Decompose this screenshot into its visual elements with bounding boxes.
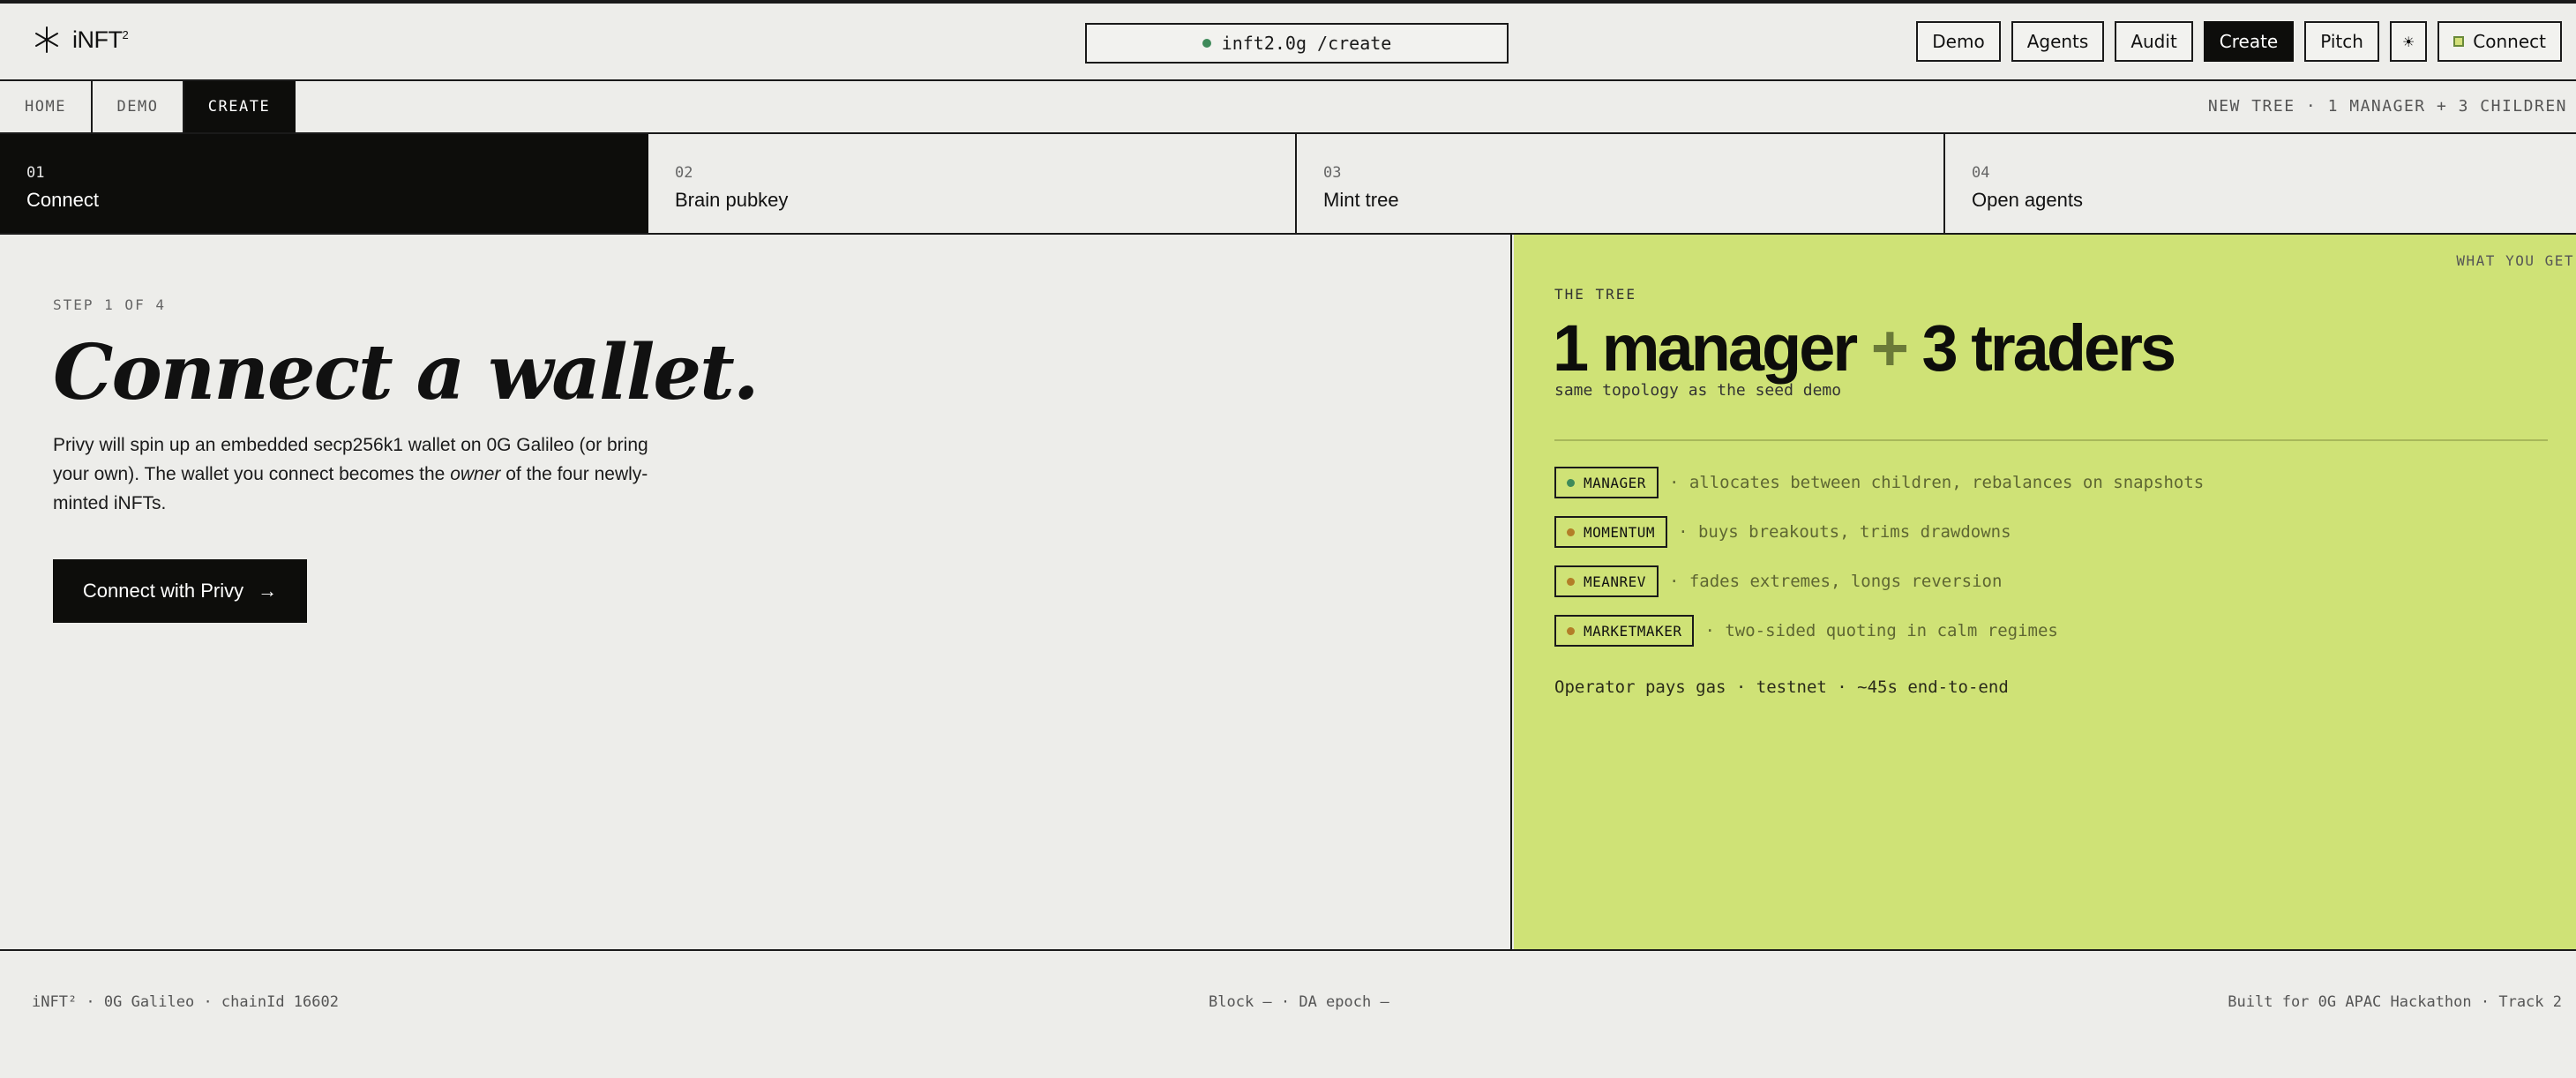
connect-button[interactable]: Connect <box>2437 21 2562 62</box>
list-item: MEANREV · fades extremes, longs reversio… <box>1554 565 2204 598</box>
step-number: 04 <box>1972 164 1990 182</box>
asterisk-logo-icon <box>35 26 58 53</box>
step-connect[interactable]: 01 Connect <box>0 134 648 233</box>
role-list: MANAGER · allocates between children, re… <box>1554 466 2204 663</box>
stepper: 01 Connect 02 Brain pubkey 03 Mint tree … <box>0 134 2576 235</box>
nav-demo-button[interactable]: Demo <box>1916 21 2001 62</box>
connect-label: Connect <box>2473 31 2546 52</box>
tree-title: 1 manager + 3 traders <box>1553 311 2176 385</box>
block-status: Block — · DA epoch — <box>1209 993 1389 1011</box>
tab-create[interactable]: CREATE <box>184 81 296 132</box>
app-header: iNFT2 inft2.0g /create Demo Agents Audit… <box>0 4 2576 81</box>
status-dot-icon <box>1567 478 1575 487</box>
nav-create-button[interactable]: Create <box>2203 21 2295 62</box>
list-item: MOMENTUM · buys breakouts, trims drawdow… <box>1554 515 2204 549</box>
step-title: Open agents <box>1972 189 2083 211</box>
nav-agents-button[interactable]: Agents <box>2011 21 2105 62</box>
role-description: · allocates between children, rebalances… <box>1668 473 2205 492</box>
tree-label: THE TREE <box>1554 286 1637 303</box>
step-number: 02 <box>675 164 693 182</box>
step-number: 03 <box>1323 164 1342 182</box>
connect-panel: STEP 1 OF 4 Connect a wallet. Privy will… <box>0 235 1512 949</box>
step-open-agents[interactable]: 04 Open agents <box>1945 134 2576 233</box>
top-nav: Demo Agents Audit Create Pitch ☀ Connect <box>1916 21 2562 62</box>
logo-text: iNFT2 <box>72 26 129 53</box>
what-you-get-label: WHAT YOU GET <box>2456 252 2574 269</box>
list-item: MARKETMAKER · two-sided quoting in calm … <box>1554 614 2204 648</box>
nav-audit-button[interactable]: Audit <box>2115 21 2193 62</box>
nav-pitch-button[interactable]: Pitch <box>2304 21 2379 62</box>
role-badge-momentum: MOMENTUM <box>1554 516 1668 548</box>
status-dot-icon <box>1567 528 1575 536</box>
divider <box>1554 439 2548 441</box>
cta-label: Connect with Privy <box>82 580 244 602</box>
connect-description: Privy will spin up an embedded secp256k1… <box>53 435 648 513</box>
url-bar[interactable]: inft2.0g /create <box>1085 23 1509 64</box>
tree-summary-note: NEW TREE · 1 MANAGER + 3 CHILDREN <box>2207 97 2567 116</box>
status-dot-icon <box>1567 577 1575 586</box>
status-dot-icon <box>1202 39 1211 48</box>
role-description: · buys breakouts, trims drawdowns <box>1678 522 2011 542</box>
page-title: Connect a wallet. <box>53 328 760 417</box>
role-badge-marketmaker: MARKETMAKER <box>1554 615 1695 647</box>
connect-with-privy-button[interactable]: Connect with Privy → <box>53 559 307 623</box>
step-number: 01 <box>26 164 45 182</box>
step-mint-tree[interactable]: 03 Mint tree <box>1297 134 1945 233</box>
what-you-get-panel: WHAT YOU GET THE TREE 1 manager + 3 trad… <box>1514 235 2576 949</box>
theme-toggle-button[interactable]: ☀ <box>2389 21 2428 62</box>
step-title: Mint tree <box>1323 189 1399 211</box>
arrow-right-icon: → <box>258 580 278 602</box>
section-tabs: HOME DEMO CREATE NEW TREE · 1 MANAGER + … <box>0 81 2576 134</box>
logo[interactable]: iNFT2 <box>32 25 129 55</box>
role-description: · two-sided quoting in calm regimes <box>1704 621 2058 640</box>
step-title: Brain pubkey <box>675 189 789 211</box>
url-text: inft2.0g /create <box>1221 33 1392 54</box>
tree-subtitle: same topology as the seed demo <box>1554 381 1842 400</box>
role-badge-meanrev: MEANREV <box>1554 565 1659 597</box>
role-badge-manager: MANAGER <box>1554 467 1659 498</box>
step-brain-pubkey[interactable]: 02 Brain pubkey <box>648 134 1297 233</box>
tab-demo[interactable]: DEMO <box>93 81 184 132</box>
role-description: · fades extremes, longs reversion <box>1668 572 2003 591</box>
app-footer: iNFT² · 0G Galileo · chainId 16602 Block… <box>0 949 2576 1078</box>
step-progress-label: STEP 1 OF 4 <box>53 296 166 313</box>
tab-home[interactable]: HOME <box>0 81 93 132</box>
list-item: MANAGER · allocates between children, re… <box>1554 466 2204 499</box>
network-info: iNFT² · 0G Galileo · chainId 16602 <box>32 993 339 1011</box>
hackathon-credit: Built for 0G APAC Hackathon · Track 2 <box>2228 993 2562 1011</box>
sun-icon: ☀ <box>2401 33 2415 50</box>
wallet-square-icon <box>2453 36 2465 47</box>
step-title: Connect <box>26 189 99 211</box>
status-dot-icon <box>1567 626 1575 635</box>
operator-note: Operator pays gas · testnet · ~45s end-t… <box>1554 677 2009 697</box>
